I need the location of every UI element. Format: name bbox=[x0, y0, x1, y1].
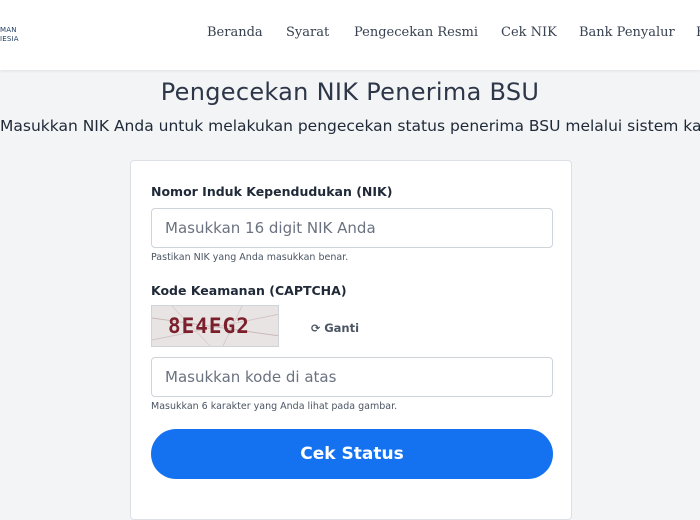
nik-check-form: Nomor Induk Kependudukan (NIK) Pastikan … bbox=[130, 160, 572, 520]
captcha-label: Kode Keamanan (CAPTCHA) bbox=[151, 283, 347, 298]
check-status-button[interactable]: Cek Status bbox=[151, 429, 553, 479]
captcha-image: 8E4EG2 bbox=[151, 305, 279, 347]
nik-input[interactable] bbox=[151, 208, 553, 248]
site-logo[interactable]: MAN IESIA bbox=[0, 26, 19, 44]
logo-line-1: MAN bbox=[0, 26, 17, 34]
captcha-refresh-button[interactable]: ⟳ Ganti bbox=[311, 321, 359, 335]
page-title: Pengecekan NIK Penerima BSU bbox=[160, 78, 540, 106]
nav-item-syarat[interactable]: Syarat bbox=[286, 25, 329, 40]
page-subtitle: Masukkan NIK Anda untuk melakukan pengec… bbox=[0, 117, 700, 135]
captcha-code: 8E4EG2 bbox=[168, 314, 250, 338]
captcha-help-text: Masukkan 6 karakter yang Anda lihat pada… bbox=[151, 401, 398, 412]
captcha-refresh-label: Ganti bbox=[324, 321, 360, 335]
nik-help-text: Pastikan NIK yang Anda masukkan benar. bbox=[151, 252, 349, 263]
nav-item-beranda[interactable]: Beranda bbox=[207, 25, 263, 40]
captcha-input[interactable] bbox=[151, 357, 553, 397]
nav-item-cek-nik[interactable]: Cek NIK bbox=[501, 25, 557, 40]
nav-item-cut-off[interactable]: F bbox=[696, 25, 700, 40]
nik-label: Nomor Induk Kependudukan (NIK) bbox=[151, 184, 393, 199]
nav-item-bank-penyalur[interactable]: Bank Penyalur bbox=[579, 25, 675, 40]
nav-item-pengecekan-resmi[interactable]: Pengecekan Resmi bbox=[354, 25, 478, 40]
top-navbar: MAN IESIA Beranda Syarat Pengecekan Resm… bbox=[0, 0, 700, 70]
refresh-icon: ⟳ bbox=[311, 322, 321, 335]
logo-line-2: IESIA bbox=[0, 35, 19, 43]
